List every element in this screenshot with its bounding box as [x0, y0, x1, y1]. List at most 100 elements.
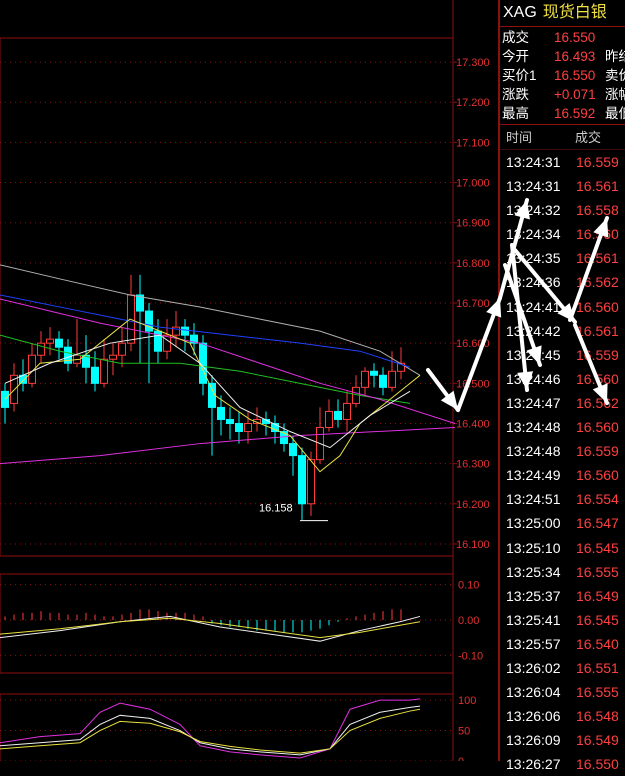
tick-row[interactable]: 13:25:00 16.547: [500, 511, 625, 535]
kdj-tick-label: 100: [458, 695, 476, 707]
quote-row: 最高 16.592 最低: [500, 104, 625, 123]
tick-time: 13:24:34: [506, 226, 561, 243]
candle-body: [91, 366, 99, 384]
tick-price: 16.560: [576, 419, 619, 436]
tick-price: 16.555: [576, 563, 619, 580]
tick-price: 16.551: [576, 659, 619, 676]
tick-price: 16.540: [576, 635, 619, 652]
tick-price-header: 成交: [575, 130, 602, 145]
candle-body: [118, 342, 126, 356]
price-tick-label: 17.000: [456, 178, 490, 190]
tick-price: 16.562: [576, 274, 619, 291]
tick-row[interactable]: 13:24:36 16.562: [500, 270, 625, 294]
tick-price: 16.560: [576, 467, 619, 484]
tick-time: 13:24:31: [506, 178, 561, 195]
tick-price: 16.559: [576, 154, 619, 170]
candle-body: [379, 374, 387, 388]
tick-price: 16.561: [576, 322, 619, 339]
tick-time: 13:24:48: [506, 419, 561, 436]
quote-header: XAG 现货白银: [500, 0, 625, 27]
tick-row[interactable]: 13:24:41 16.560: [500, 295, 625, 319]
tick-row[interactable]: 13:26:02 16.551: [500, 656, 625, 680]
tick-time: 13:25:41: [506, 611, 561, 628]
tick-time: 13:25:57: [506, 635, 561, 652]
tick-row[interactable]: 13:26:06 16.548: [500, 704, 625, 728]
price-tick-label: 16.800: [456, 258, 490, 270]
tick-row[interactable]: 13:26:09 16.549: [500, 728, 625, 752]
tick-row[interactable]: 13:24:45 16.559: [500, 343, 625, 367]
price-tick-label: 16.500: [456, 378, 490, 390]
quote-label-secondary: 卖价1: [605, 68, 625, 83]
tick-price: 16.555: [576, 684, 619, 701]
candle-body: [289, 443, 297, 457]
tick-price: 16.561: [576, 178, 619, 195]
price-tick-label: 16.200: [456, 499, 490, 511]
tick-time: 13:26:06: [506, 708, 561, 725]
symbol-code: XAG: [503, 4, 537, 21]
tick-price: 16.554: [576, 491, 619, 508]
tick-time: 13:26:04: [506, 684, 561, 701]
tick-row[interactable]: 13:25:34 16.555: [500, 560, 625, 584]
tick-row[interactable]: 13:24:34 16.560: [500, 222, 625, 246]
price-tick-label: 16.300: [456, 459, 490, 471]
candle-body: [325, 410, 333, 429]
kdj-d-line: [0, 708, 421, 754]
price-tick-label: 17.300: [456, 57, 490, 69]
quote-value: +0.071: [554, 87, 596, 102]
chart-area[interactable]: 17.300 17.200 17.100 17.000 16.900 16.800 16.7…: [0, 0, 500, 761]
tick-row[interactable]: 13:24:35 16.561: [500, 246, 625, 270]
tick-price: 16.559: [576, 443, 619, 460]
tick-row[interactable]: 13:25:37 16.549: [500, 584, 625, 608]
tick-row[interactable]: 13:25:10 16.545: [500, 536, 625, 560]
tick-time: 13:24:47: [506, 394, 561, 411]
tick-row[interactable]: 13:24:31 16.561: [500, 174, 625, 198]
trend-lower-line: [0, 427, 456, 465]
tick-row[interactable]: 13:25:57 16.540: [500, 632, 625, 656]
tick-price: 16.560: [576, 298, 619, 315]
tick-row[interactable]: 13:24:31 16.559: [500, 150, 625, 174]
tick-row[interactable]: 13:24:49 16.560: [500, 463, 625, 487]
price-tick-label: 16.600: [456, 338, 490, 350]
candle-body: [163, 334, 171, 352]
candle-body: [55, 338, 63, 348]
tick-time: 13:25:00: [506, 515, 561, 532]
tick-price: 16.547: [576, 515, 619, 532]
low-price-label: 16.158: [259, 503, 293, 515]
quote-value: 16.550: [554, 30, 596, 45]
tick-time: 13:24:31: [506, 154, 561, 170]
kdj-j-line: [0, 698, 421, 759]
price-pane-frame: [0, 37, 454, 557]
tick-time: 13:24:41: [506, 298, 561, 315]
tick-row[interactable]: 13:26:04 16.555: [500, 680, 625, 704]
tick-row[interactable]: 13:24:48 16.560: [500, 415, 625, 439]
candle-body: [244, 422, 252, 433]
tick-time: 13:26:27: [506, 756, 561, 773]
quote-label-secondary: 涨幅: [605, 87, 625, 102]
candle-body: [109, 354, 117, 360]
tick-time: 13:24:35: [506, 250, 561, 267]
tick-row[interactable]: 13:24:46 16.560: [500, 367, 625, 391]
quote-row: 成交 16.550: [500, 28, 625, 47]
tick-time: 13:24:45: [506, 346, 561, 363]
tick-row[interactable]: 13:24:42 16.561: [500, 319, 625, 343]
macd-tick-label: 0.10: [458, 580, 479, 592]
candle-body: [46, 338, 54, 344]
tick-row[interactable]: 13:24:48 16.559: [500, 439, 625, 463]
tick-time: 13:26:09: [506, 732, 561, 749]
price-tick-label: 17.100: [456, 137, 490, 149]
tick-price: 16.545: [576, 611, 619, 628]
tick-list[interactable]: 13:24:31 16.559 13:24:31 16.561 13:24:32 16.5…: [500, 150, 625, 776]
quote-label: 成交: [502, 30, 529, 45]
price-tick-label: 16.100: [456, 539, 490, 551]
tick-row[interactable]: 13:24:47 16.562: [500, 391, 625, 415]
candle-body: [307, 459, 315, 505]
tick-row[interactable]: 13:25:41 16.545: [500, 608, 625, 632]
tick-price: 16.558: [576, 202, 619, 219]
quote-value: 16.493: [554, 49, 596, 64]
quote-label: 买价1: [502, 68, 537, 83]
tick-row[interactable]: 13:26:27 16.550: [500, 752, 625, 776]
quote-value: 16.592: [554, 106, 596, 121]
tick-row[interactable]: 13:24:51 16.554: [500, 487, 625, 511]
macd-tick-label: 0.00: [458, 615, 479, 627]
tick-row[interactable]: 13:24:32 16.558: [500, 198, 625, 222]
